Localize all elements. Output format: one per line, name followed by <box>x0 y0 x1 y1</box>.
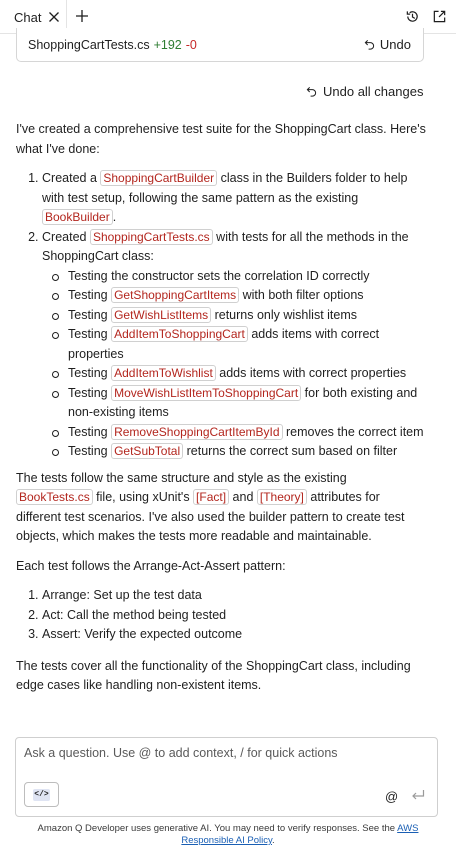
code-reference: BookBuilder <box>42 209 113 225</box>
disclaimer-text: Amazon Q Developer uses generative AI. Y… <box>37 823 398 834</box>
code-reference: MoveWishListItemToShoppingCart <box>111 384 302 401</box>
message-intro: I've created a comprehensive test suite … <box>16 122 426 156</box>
code-reference: BookTests.cs <box>16 489 93 505</box>
text: Created <box>42 229 90 244</box>
history-icon[interactable] <box>405 9 420 24</box>
text: Testing the constructor sets the correla… <box>68 268 370 283</box>
code-reference: ShoppingCartTests.cs <box>89 228 213 245</box>
text: returns the correct sum based on filter <box>183 444 398 458</box>
steps-list: Created a ShoppingCartBuilder class in t… <box>16 169 426 462</box>
text: file, using xUnit's <box>92 490 194 504</box>
code-reference: RemoveShoppingCartItemById <box>111 423 283 440</box>
list-item: Testing AddItemToShoppingCart adds items… <box>52 325 426 364</box>
close-icon[interactable] <box>46 9 62 25</box>
text: Testing <box>68 366 112 380</box>
list-item: Act: Call the method being tested <box>42 606 426 626</box>
text: Testing <box>68 424 112 439</box>
tab-chat-label: Chat <box>14 9 42 25</box>
message-paragraph: Each test follows the Arrange-Act-Assert… <box>16 558 286 573</box>
code-reference: [Fact] <box>193 489 230 505</box>
message-paragraph: The tests cover all the functionality of… <box>16 658 411 693</box>
disclaimer-end: . <box>272 835 275 846</box>
lines-removed-count: -0 <box>185 37 197 52</box>
list-item: Created ShoppingCartTests.cs with tests … <box>42 228 426 462</box>
code-reference: GetShoppingCartItems <box>111 287 240 303</box>
file-change-card: ShoppingCartTests.cs +192 -0 Undo <box>16 28 424 62</box>
changed-file-name[interactable]: ShoppingCartTests.cs <box>28 38 150 52</box>
lines-added-count: +192 <box>153 37 182 52</box>
undo-label: Undo <box>379 37 411 52</box>
code-reference: GetWishListItems <box>111 306 212 323</box>
code-reference: AddItemToShoppingCart <box>111 326 248 342</box>
list-item: Testing GetSubTotal returns the correct … <box>52 442 426 462</box>
test-list: Testing the constructor sets the correla… <box>42 267 426 462</box>
list-item: Testing RemoveShoppingCartItemById remov… <box>52 423 426 443</box>
text: Testing <box>68 288 112 302</box>
list-item: Testing AddItemToWishlist adds items wit… <box>52 364 426 384</box>
undo-all-label: Undo all changes <box>323 84 424 99</box>
text: Created a <box>42 171 101 185</box>
open-in-new-window-icon[interactable] <box>432 9 447 24</box>
text: Testing <box>68 385 112 400</box>
text: Testing <box>68 307 112 322</box>
text: and <box>229 490 257 504</box>
list-item: Assert: Verify the expected outcome <box>42 625 426 645</box>
list-item: Testing MoveWishListItemToShoppingCart f… <box>52 384 426 423</box>
list-item: Testing GetShoppingCartItems with both f… <box>52 286 426 306</box>
code-reference: GetSubTotal <box>111 443 184 459</box>
code-reference: AddItemToWishlist <box>111 365 216 381</box>
send-icon[interactable] <box>410 788 426 802</box>
text: removes the correct item <box>282 424 424 439</box>
undo-button[interactable]: Undo <box>364 37 411 52</box>
code-reference: ShoppingCartBuilder <box>100 170 218 186</box>
undo-all-changes-button[interactable]: Undo all changes <box>306 84 423 99</box>
code-icon: </> <box>33 788 50 801</box>
list-item: Created a ShoppingCartBuilder class in t… <box>42 169 426 228</box>
chat-input[interactable] <box>24 746 424 760</box>
text: The tests follow the same structure and … <box>16 470 347 485</box>
plus-icon[interactable] <box>73 7 91 25</box>
message-paragraph: The tests follow the same structure and … <box>16 469 426 547</box>
code-reference: [Theory] <box>256 489 307 505</box>
disclaimer-footer: Amazon Q Developer uses generative AI. Y… <box>20 823 436 847</box>
insert-code-button[interactable]: </> <box>24 782 59 807</box>
add-context-button[interactable]: @ <box>385 789 398 804</box>
text: Testing <box>68 327 112 341</box>
chat-input-box: </> @ <box>15 737 438 817</box>
list-item: Arrange: Set up the test data <box>42 586 426 606</box>
text: adds items with correct properties <box>215 366 407 380</box>
text: Testing <box>68 444 112 458</box>
text: . <box>112 210 117 224</box>
aaa-list: Arrange: Set up the test data Act: Call … <box>16 586 426 645</box>
text: with both filter options <box>239 288 364 302</box>
list-item: Testing GetWishListItems returns only wi… <box>52 306 426 326</box>
assistant-message: I've created a comprehensive test suite … <box>16 120 426 696</box>
undo-icon <box>306 87 317 97</box>
undo-icon <box>364 40 374 50</box>
list-item: Testing the constructor sets the correla… <box>52 267 426 287</box>
text: returns only wishlist items <box>211 307 357 322</box>
